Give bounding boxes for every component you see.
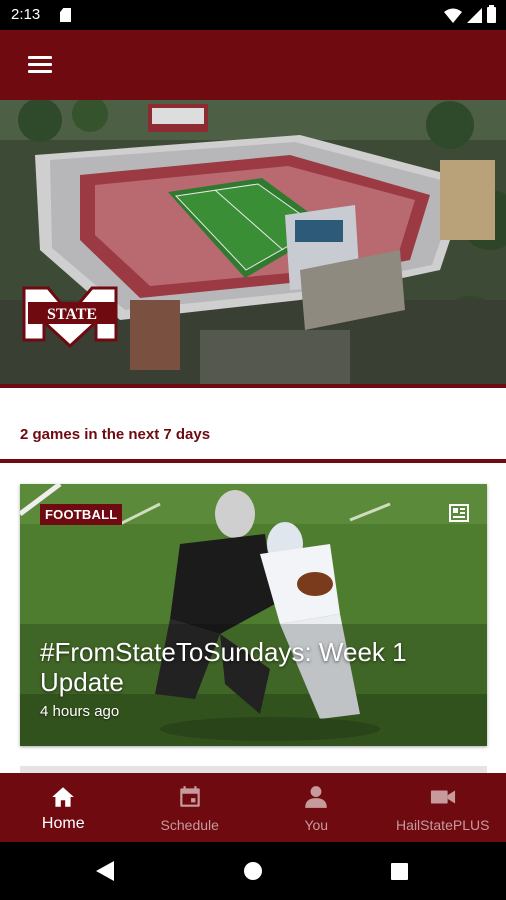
system-navigation-bar <box>0 842 506 900</box>
sd-card-icon <box>60 8 71 22</box>
recents-icon[interactable] <box>391 863 408 880</box>
section-divider <box>0 459 506 463</box>
nav-hailstateplus-label: HailStatePLUS <box>396 817 490 833</box>
status-time: 2:13 <box>11 6 41 23</box>
cell-signal-icon <box>467 7 482 23</box>
hero-stadium-image: STATE <box>0 100 506 386</box>
nav-schedule[interactable]: Schedule <box>127 773 254 842</box>
nav-schedule-label: Schedule <box>160 817 219 833</box>
logo-text: STATE <box>47 306 97 323</box>
article-icon <box>449 504 469 522</box>
nav-home-label: Home <box>41 815 85 832</box>
home-circle-icon[interactable] <box>244 862 262 880</box>
news-title: #FromStateToSundays: Week 1 Update <box>40 637 407 697</box>
status-bar: 2:13 <box>0 0 506 30</box>
calendar-icon <box>180 786 200 807</box>
nav-you[interactable]: You <box>253 773 380 842</box>
games-upcoming-text[interactable]: 2 games in the next 7 days <box>20 426 210 443</box>
back-icon[interactable] <box>96 861 114 881</box>
news-card[interactable]: FOOTBALL #FromStateToSundays: Week 1 Upd… <box>20 484 487 746</box>
battery-icon <box>487 5 496 23</box>
hero-border <box>0 384 506 388</box>
nav-hailstateplus[interactable]: HailStatePLUS <box>380 773 506 842</box>
nav-you-label: You <box>304 817 329 833</box>
status-icons <box>444 5 496 23</box>
video-camera-icon <box>430 790 455 804</box>
home-icon <box>52 787 75 807</box>
bottom-navigation: Home Schedule You HailStatePLUS <box>0 773 506 842</box>
hamburger-menu-icon[interactable] <box>22 52 58 78</box>
person-icon <box>305 786 328 808</box>
news-timestamp: 4 hours ago <box>40 703 120 720</box>
stadium-illustration: STATE <box>0 100 506 386</box>
wifi-icon <box>444 8 462 23</box>
category-badge: FOOTBALL <box>40 504 123 525</box>
app-bar <box>0 30 506 100</box>
nav-home[interactable]: Home <box>0 773 127 842</box>
